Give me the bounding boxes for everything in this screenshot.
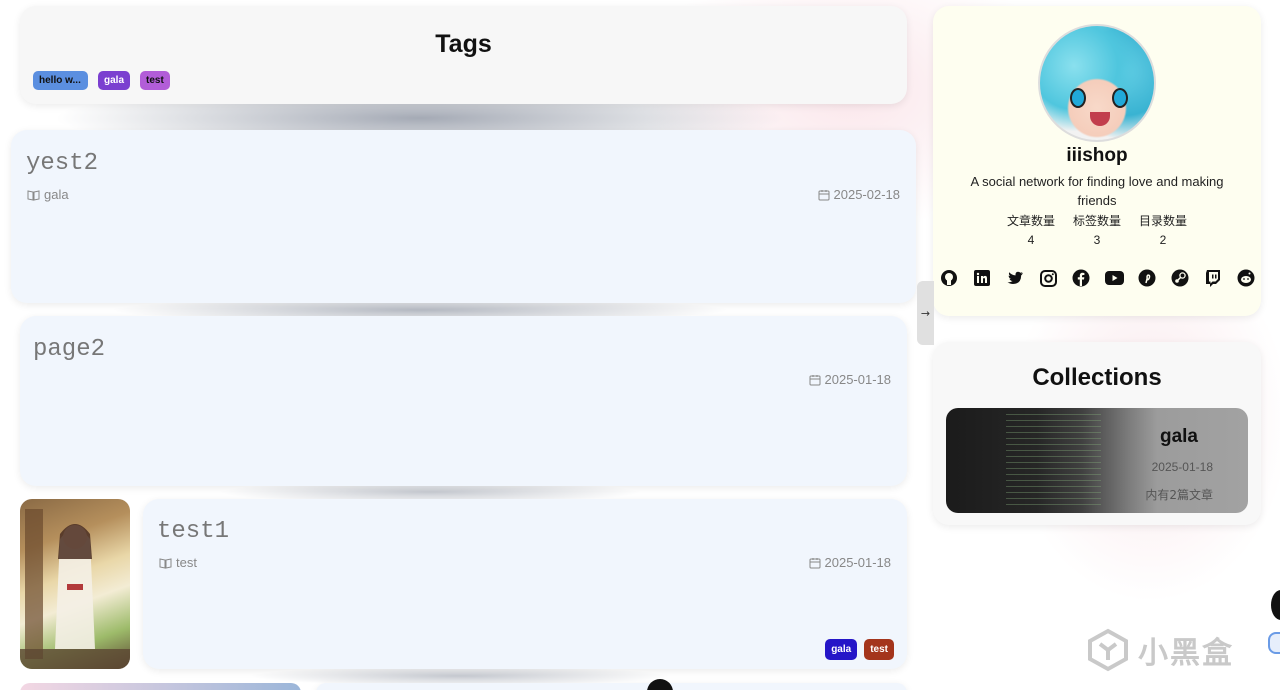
collection-cover-image bbox=[1006, 414, 1101, 509]
book-icon bbox=[159, 557, 172, 569]
instagram-icon[interactable] bbox=[1038, 268, 1058, 288]
post-category-label: gala bbox=[44, 187, 69, 202]
collection-name: gala bbox=[1159, 426, 1198, 447]
tag-test[interactable]: test bbox=[140, 71, 170, 90]
post-tag-list: gala test bbox=[825, 639, 894, 660]
profile-stats: 文章数量 4 标签数量 3 目录数量 2 bbox=[933, 212, 1261, 247]
tag-list: hello w... gala test bbox=[33, 71, 170, 90]
youtube-icon[interactable] bbox=[1104, 268, 1124, 288]
avatar-eye-right bbox=[1112, 88, 1128, 108]
profile-description: A social network for finding love and ma… bbox=[970, 174, 1224, 208]
avatar[interactable] bbox=[1038, 24, 1156, 142]
anime-girl-illustration bbox=[20, 509, 130, 669]
collection-item-gala[interactable]: gala 2025-01-18 内有2篇文章 bbox=[946, 408, 1248, 513]
post-date-label: 2025-01-18 bbox=[824, 555, 892, 570]
stat-value: 4 bbox=[1027, 233, 1035, 247]
post-date: 2025-02-18 bbox=[818, 187, 901, 202]
post-date: 2025-01-18 bbox=[809, 555, 892, 570]
facebook-icon[interactable] bbox=[1071, 268, 1091, 288]
stat-value: 3 bbox=[1093, 233, 1101, 247]
post-card-test1[interactable]: test1 test 2025-01-18 gala test bbox=[143, 499, 907, 669]
stat-value: 2 bbox=[1159, 233, 1167, 247]
social-links bbox=[939, 268, 1256, 288]
stat-articles: 文章数量 4 bbox=[1006, 212, 1056, 247]
profile-name: iiishop bbox=[1066, 145, 1128, 166]
collection-date: 2025-01-18 bbox=[1151, 460, 1213, 474]
post-category-label: test bbox=[176, 555, 197, 570]
collections-card: Collections gala 2025-01-18 内有2篇文章 bbox=[933, 342, 1261, 525]
steam-icon[interactable] bbox=[1170, 268, 1190, 288]
linkedin-icon[interactable] bbox=[972, 268, 992, 288]
github-icon[interactable] bbox=[939, 268, 959, 288]
tags-title: Tags bbox=[435, 30, 492, 58]
calendar-icon bbox=[818, 189, 829, 200]
avatar-mouth bbox=[1090, 112, 1110, 126]
twitter-icon[interactable] bbox=[1005, 268, 1025, 288]
post-tag-test[interactable]: test bbox=[864, 639, 894, 660]
post-date-label: 2025-02-18 bbox=[833, 187, 901, 202]
arrow-right-icon: → bbox=[920, 306, 931, 320]
watermark-logo-icon bbox=[1088, 628, 1128, 672]
calendar-icon bbox=[809, 374, 820, 385]
post-category[interactable]: test bbox=[159, 555, 197, 570]
post-title[interactable]: page2 bbox=[33, 336, 105, 363]
post-date: 2025-01-18 bbox=[809, 372, 892, 387]
stat-label: 标签数量 bbox=[1072, 214, 1121, 228]
stat-tags: 标签数量 3 bbox=[1072, 212, 1122, 247]
stat-label: 目录数量 bbox=[1138, 214, 1187, 228]
post-card-yest2[interactable]: yest2 gala 2025-02-18 bbox=[11, 130, 916, 303]
stat-label: 文章数量 bbox=[1006, 214, 1055, 228]
sidebar-toggle-button[interactable]: → bbox=[917, 281, 934, 345]
avatar-eye-left bbox=[1070, 88, 1086, 108]
post-title[interactable]: yest2 bbox=[26, 150, 98, 177]
post-category[interactable]: gala bbox=[27, 187, 69, 202]
calendar-icon bbox=[809, 557, 820, 568]
floating-chat-button[interactable] bbox=[1268, 632, 1280, 654]
book-icon bbox=[27, 189, 40, 201]
collections-title: Collections bbox=[1032, 364, 1162, 391]
post-cover-image[interactable] bbox=[20, 499, 130, 669]
tag-hello-world[interactable]: hello w... bbox=[33, 71, 88, 90]
pinterest-icon[interactable] bbox=[1137, 268, 1157, 288]
tag-gala[interactable]: gala bbox=[98, 71, 131, 90]
profile-card: iiishop A social network for finding lov… bbox=[933, 6, 1261, 316]
reddit-icon[interactable] bbox=[1236, 268, 1256, 288]
watermark-text: 小黑盒 bbox=[1138, 636, 1234, 671]
twitch-icon[interactable] bbox=[1203, 268, 1223, 288]
tags-card: Tags hello w... gala test bbox=[20, 6, 907, 104]
post-card-page2[interactable]: page2 2025-01-18 bbox=[20, 316, 907, 486]
next-post-card-peek[interactable] bbox=[316, 683, 907, 690]
post-date-label: 2025-01-18 bbox=[824, 372, 892, 387]
post-title[interactable]: test1 bbox=[157, 518, 229, 545]
stat-categories: 目录数量 2 bbox=[1138, 212, 1188, 247]
next-post-image-peek[interactable] bbox=[20, 683, 301, 690]
watermark: 小黑盒 bbox=[1086, 625, 1246, 675]
post-tag-gala[interactable]: gala bbox=[825, 639, 858, 660]
collection-article-count: 内有2篇文章 bbox=[1145, 488, 1213, 502]
